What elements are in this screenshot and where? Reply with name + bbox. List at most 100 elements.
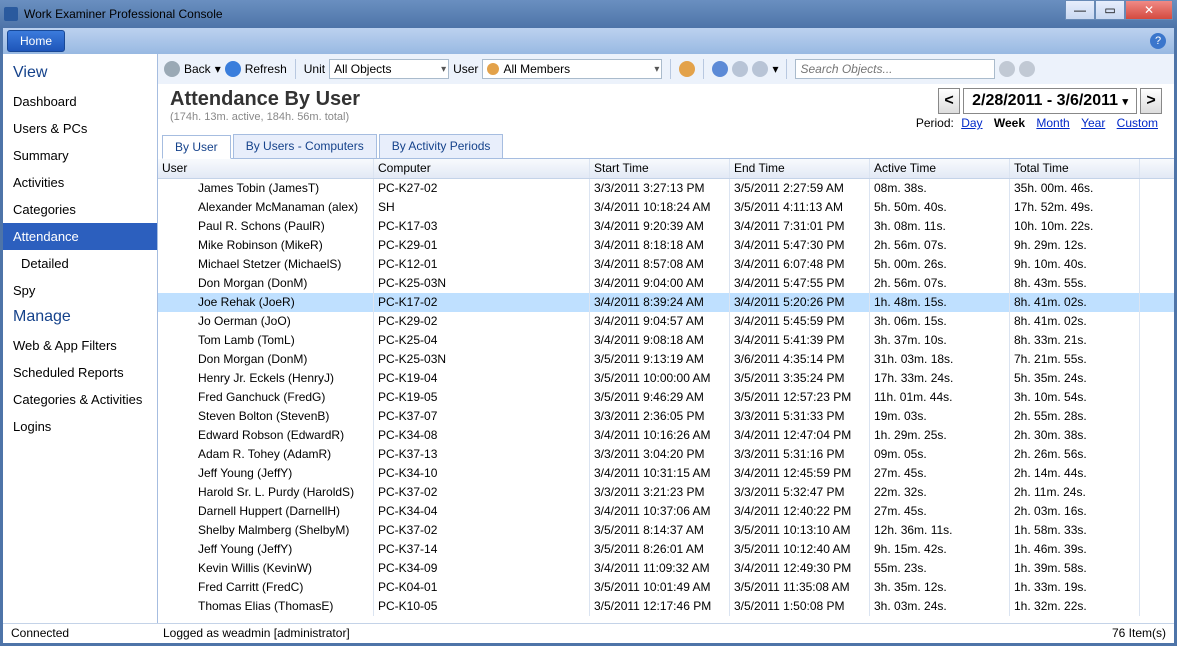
cell: PC-K37-14: [374, 540, 590, 559]
table-row[interactable]: Tom Lamb (TomL)PC-K25-043/4/2011 9:08:18…: [158, 331, 1174, 350]
table-row[interactable]: Fred Ganchuck (FredG)PC-K19-053/5/2011 9…: [158, 388, 1174, 407]
col-user[interactable]: User: [158, 159, 374, 178]
cell: Jo Oerman (JoO): [158, 312, 374, 331]
table-row[interactable]: Mike Robinson (MikeR)PC-K29-013/4/2011 8…: [158, 236, 1174, 255]
tab-by-activity-periods[interactable]: By Activity Periods: [379, 134, 504, 158]
cell: PC-K25-03N: [374, 274, 590, 293]
sidebar-item-logins[interactable]: Logins: [3, 413, 157, 440]
search-icon[interactable]: [999, 61, 1015, 77]
col-total[interactable]: Total Time: [1010, 159, 1140, 178]
sidebar-item-categories-activities[interactable]: Categories & Activities: [3, 386, 157, 413]
col-computer[interactable]: Computer: [374, 159, 590, 178]
table-row[interactable]: Alexander McManaman (alex)SH3/4/2011 10:…: [158, 198, 1174, 217]
sidebar-item-summary[interactable]: Summary: [3, 142, 157, 169]
col-start[interactable]: Start Time: [590, 159, 730, 178]
date-prev-button[interactable]: <: [938, 88, 960, 114]
tab-by-users-computers[interactable]: By Users - Computers: [233, 134, 377, 158]
cell: 09m. 05s.: [870, 445, 1010, 464]
table-row[interactable]: Joe Rehak (JoeR)PC-K17-023/4/2011 8:39:2…: [158, 293, 1174, 312]
sidebar-item-dashboard[interactable]: Dashboard: [3, 88, 157, 115]
refresh-icon[interactable]: [225, 61, 241, 77]
table-row[interactable]: Don Morgan (DonM)PC-K25-03N3/5/2011 9:13…: [158, 350, 1174, 369]
cell: Adam R. Tohey (AdamR): [158, 445, 374, 464]
search-options-icon[interactable]: [1019, 61, 1035, 77]
back-button[interactable]: Back: [184, 62, 211, 76]
home-button[interactable]: Home: [7, 30, 65, 52]
table-row[interactable]: Harold Sr. L. Purdy (HaroldS)PC-K37-023/…: [158, 483, 1174, 502]
cell: 3/5/2011 8:14:37 AM: [590, 521, 730, 540]
sidebar-item-spy[interactable]: Spy: [3, 277, 157, 304]
window-titlebar: Work Examiner Professional Console — ▭ ✕: [0, 0, 1177, 28]
table-row[interactable]: James Tobin (JamesT)PC-K27-023/3/2011 3:…: [158, 179, 1174, 198]
table-row[interactable]: Darnell Huppert (DarnellH)PC-K34-043/4/2…: [158, 502, 1174, 521]
add-button-icon[interactable]: [679, 61, 695, 77]
cell: 3/4/2011 6:07:48 PM: [730, 255, 870, 274]
sidebar-item-attendance[interactable]: Attendance: [3, 223, 157, 250]
refresh-button[interactable]: Refresh: [245, 62, 287, 76]
save-icon[interactable]: [712, 61, 728, 77]
sidebar-item-detailed[interactable]: Detailed: [3, 250, 157, 277]
cell: 3/5/2011 10:00:00 AM: [590, 369, 730, 388]
period-week[interactable]: Week: [994, 116, 1025, 130]
export-icon[interactable]: [732, 61, 748, 77]
cell: 9h. 29m. 12s.: [1010, 236, 1140, 255]
cell: Alexander McManaman (alex): [158, 198, 374, 217]
table-row[interactable]: Shelby Malmberg (ShelbyM)PC-K37-023/5/20…: [158, 521, 1174, 540]
user-select[interactable]: All Members: [482, 59, 662, 79]
unit-select[interactable]: All Objects: [329, 59, 449, 79]
window-title: Work Examiner Professional Console: [24, 7, 223, 21]
period-year[interactable]: Year: [1081, 116, 1105, 130]
col-active[interactable]: Active Time: [870, 159, 1010, 178]
table-row[interactable]: Jeff Young (JeffY)PC-K37-143/5/2011 8:26…: [158, 540, 1174, 559]
help-icon[interactable]: ?: [1150, 33, 1166, 49]
cell: Kevin Willis (KevinW): [158, 559, 374, 578]
cell: Edward Robson (EdwardR): [158, 426, 374, 445]
table-row[interactable]: Steven Bolton (StevenB)PC-K37-073/3/2011…: [158, 407, 1174, 426]
cell: Thomas Elias (ThomasE): [158, 597, 374, 616]
cell: 1h. 29m. 25s.: [870, 426, 1010, 445]
sidebar-item-users-pcs[interactable]: Users & PCs: [3, 115, 157, 142]
maximize-button[interactable]: ▭: [1095, 0, 1125, 20]
table-row[interactable]: Jeff Young (JeffY)PC-K34-103/4/2011 10:3…: [158, 464, 1174, 483]
search-input[interactable]: [795, 59, 995, 79]
date-range[interactable]: 2/28/2011 - 3/6/2011 ▾: [963, 88, 1137, 114]
table-row[interactable]: Michael Stetzer (MichaelS)PC-K12-013/4/2…: [158, 255, 1174, 274]
cell: 3/5/2011 8:26:01 AM: [590, 540, 730, 559]
table-row[interactable]: Fred Carritt (FredC)PC-K04-013/5/2011 10…: [158, 578, 1174, 597]
table-row[interactable]: Henry Jr. Eckels (HenryJ)PC-K19-043/5/20…: [158, 369, 1174, 388]
cell: 3/4/2011 12:40:22 PM: [730, 502, 870, 521]
back-icon[interactable]: [164, 61, 180, 77]
table-row[interactable]: Jo Oerman (JoO)PC-K29-023/4/2011 9:04:57…: [158, 312, 1174, 331]
page-subtitle: (174h. 13m. active, 184h. 56m. total): [170, 111, 360, 123]
sidebar-item-web-app-filters[interactable]: Web & App Filters: [3, 332, 157, 359]
schedule-icon[interactable]: [752, 61, 768, 77]
sidebar-item-activities[interactable]: Activities: [3, 169, 157, 196]
cell: PC-K37-07: [374, 407, 590, 426]
table-row[interactable]: Edward Robson (EdwardR)PC-K34-083/4/2011…: [158, 426, 1174, 445]
table-row[interactable]: Adam R. Tohey (AdamR)PC-K37-133/3/2011 3…: [158, 445, 1174, 464]
sidebar-item-scheduled-reports[interactable]: Scheduled Reports: [3, 359, 157, 386]
cell: 3/4/2011 12:47:04 PM: [730, 426, 870, 445]
close-button[interactable]: ✕: [1125, 0, 1173, 20]
col-end[interactable]: End Time: [730, 159, 870, 178]
cell: 8h. 43m. 55s.: [1010, 274, 1140, 293]
cell: 3/4/2011 9:20:39 AM: [590, 217, 730, 236]
period-custom[interactable]: Custom: [1117, 116, 1158, 130]
table-row[interactable]: Don Morgan (DonM)PC-K25-03N3/4/2011 9:04…: [158, 274, 1174, 293]
status-user: Logged as weadmin [administrator]: [163, 626, 350, 640]
tab-by-user[interactable]: By User: [162, 135, 231, 159]
cell: Don Morgan (DonM): [158, 350, 374, 369]
table-row[interactable]: Paul R. Schons (PaulR)PC-K17-033/4/2011 …: [158, 217, 1174, 236]
date-next-button[interactable]: >: [1140, 88, 1162, 114]
period-day[interactable]: Day: [961, 116, 982, 130]
toolbar: Back▾ Refresh Unit All Objects User All …: [158, 54, 1174, 84]
cell: 2h. 30m. 38s.: [1010, 426, 1140, 445]
table-row[interactable]: Kevin Willis (KevinW)PC-K34-093/4/2011 1…: [158, 559, 1174, 578]
cell: 3/4/2011 7:31:01 PM: [730, 217, 870, 236]
minimize-button[interactable]: —: [1065, 0, 1095, 20]
sidebar-item-categories[interactable]: Categories: [3, 196, 157, 223]
grid-header: User Computer Start Time End Time Active…: [158, 159, 1174, 179]
table-row[interactable]: Thomas Elias (ThomasE)PC-K10-053/5/2011 …: [158, 597, 1174, 616]
grid-body[interactable]: James Tobin (JamesT)PC-K27-023/3/2011 3:…: [158, 179, 1174, 623]
period-month[interactable]: Month: [1036, 116, 1069, 130]
